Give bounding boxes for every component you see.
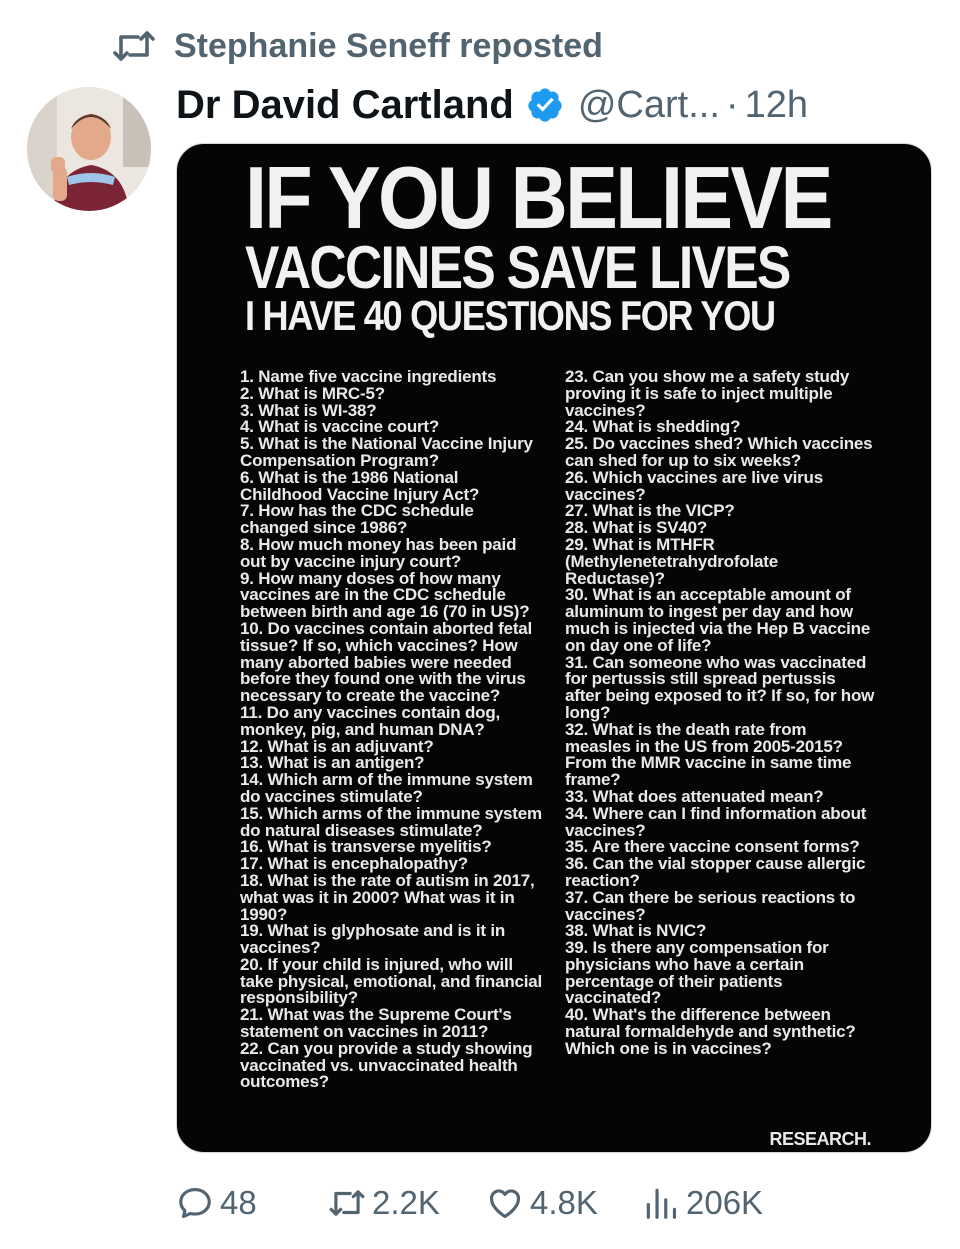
post-image[interactable]: IF YOU BELIEVE VACCINES SAVE LIVES I HAV… (176, 143, 932, 1153)
question-item: 32. What is the death rate from measles … (565, 719, 852, 790)
views-count: 206K (686, 1184, 764, 1221)
like-count: 4.8K (530, 1184, 598, 1221)
questions-right-column: 23. Can you show me a safety study provi… (565, 367, 875, 1058)
image-heading-2: VACCINES SAVE LIVES (245, 234, 791, 301)
question-item: 25. Do vaccines shed? Which vaccines can… (565, 434, 873, 470)
question-item: 40. What's the difference between natura… (565, 1005, 856, 1058)
reply-count: 48 (220, 1184, 257, 1221)
question-item: 22. Can you provide a study showing vacc… (240, 1038, 533, 1092)
question-item: 6. What is the 1986 National Childhood V… (240, 467, 480, 504)
repost-indicator[interactable]: Stephanie Seneff reposted (112, 26, 603, 66)
question-item: 20. If your child is injured, who will t… (240, 954, 543, 1008)
question-item: 18. What is the rate of autism in 2017, … (240, 870, 535, 924)
question-item: 36. Can the vial stopper cause allergic … (565, 854, 866, 890)
image-footer: RESEARCH. (769, 1129, 871, 1149)
question-item: 39. Is there any compensation for physic… (565, 938, 829, 1008)
views-button[interactable]: 206K (642, 1180, 763, 1226)
question-item: 5. What is the National Vaccine Injury C… (240, 434, 533, 470)
avatar-photo (27, 87, 151, 211)
question-item: 14. Which arm of the immune system do va… (240, 770, 533, 806)
author-handle[interactable]: @Cart... (578, 84, 720, 127)
reply-icon (179, 1187, 211, 1219)
image-heading-1: IF YOU BELIEVE (245, 148, 833, 247)
like-button[interactable]: 4.8K (486, 1180, 598, 1226)
question-item: 21. What was the Supreme Court's stateme… (240, 1005, 512, 1042)
heart-icon (489, 1189, 521, 1219)
post-header: Dr David Cartland @Cart... · 12h (176, 80, 808, 130)
post-time[interactable]: 12h (745, 84, 808, 127)
action-bar: 48 2.2K 4.8K 206K (176, 1180, 876, 1226)
question-item: 31. Can someone who was vaccinated for p… (565, 652, 875, 722)
question-item: 30. What is an acceptable amount of alum… (565, 585, 871, 655)
question-item: 29. What is MTHFR (Methylenetetrahydrofo… (565, 534, 779, 588)
verified-badge-icon[interactable] (526, 86, 564, 124)
question-item: 9. How many doses of how many vaccines a… (240, 568, 530, 622)
question-item: 34. Where can I find information about v… (565, 803, 867, 840)
question-item: 19. What is glyphosate and is it in vacc… (240, 921, 506, 958)
question-item: 7. How has the CDC schedule changed sinc… (240, 501, 474, 538)
repost-icon (113, 31, 155, 61)
views-chart-icon (646, 1188, 677, 1219)
question-item: 37. Can there be serious reactions to va… (565, 887, 856, 924)
question-item: 15. Which arms of the immune system do n… (240, 803, 542, 840)
questions-left-column: 1. Name five vaccine ingredients 2. What… (240, 368, 545, 1092)
reply-button[interactable]: 48 (176, 1180, 257, 1226)
question-item: 8. How much money has been paid out by v… (240, 534, 517, 571)
repost-icon (329, 1190, 365, 1216)
avatar[interactable] (27, 87, 151, 211)
question-item: 23. Can you show me a safety study provi… (565, 367, 850, 420)
question-item: 26. Which vaccines are live virus vaccin… (565, 467, 823, 504)
question-item: 11. Do any vaccines contain dog, monkey,… (240, 702, 501, 739)
repost-label: Stephanie Seneff reposted (174, 26, 603, 65)
repost-count: 2.2K (372, 1184, 440, 1221)
separator-dot: · (725, 83, 739, 126)
question-item: 10. Do vaccines contain aborted fetal ti… (240, 618, 533, 706)
repost-button[interactable]: 2.2K (328, 1180, 440, 1226)
author-name[interactable]: Dr David Cartland (176, 83, 514, 128)
image-heading-3: I HAVE 40 QUESTIONS FOR YOU (245, 292, 776, 339)
